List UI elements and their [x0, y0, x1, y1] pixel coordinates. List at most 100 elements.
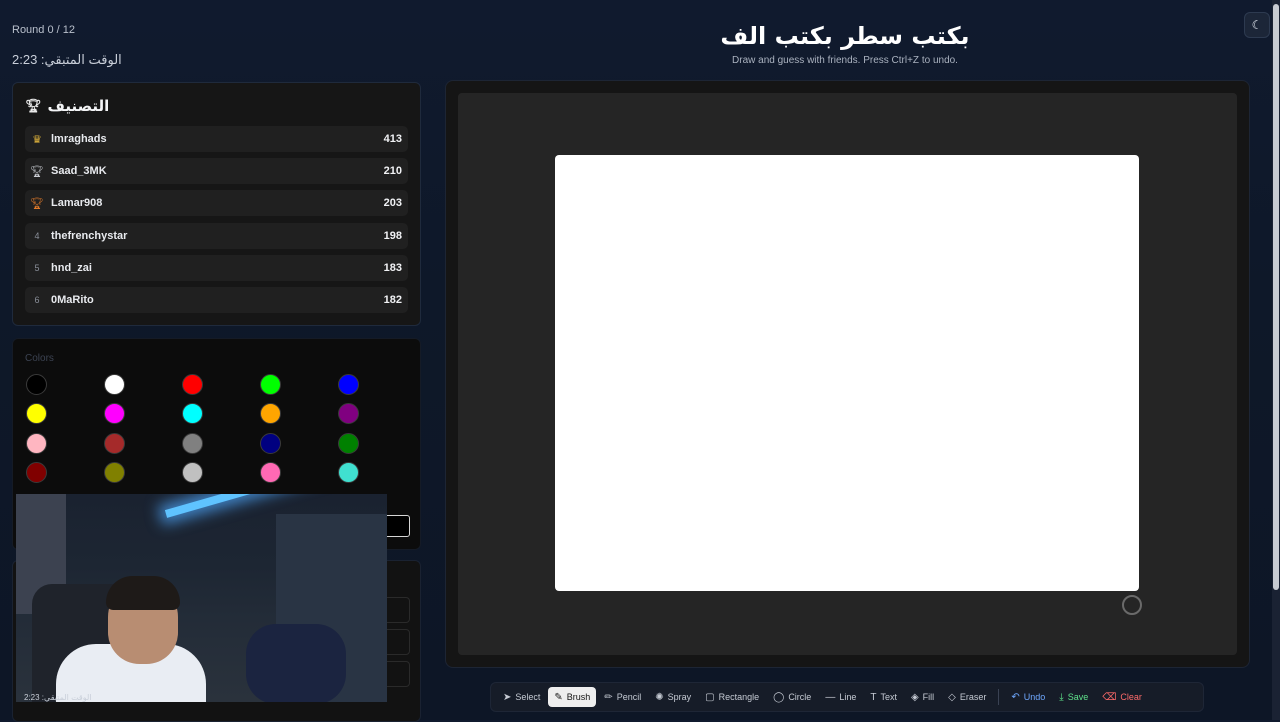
color-swatch[interactable]	[260, 403, 281, 425]
color-swatch[interactable]	[26, 374, 47, 395]
color-swatch[interactable]	[182, 432, 203, 454]
leaderboard-panel: 🏆︎ التصنيف ♛ lmraghads 413 🏆︎ Saad_3MK 210 🏆︎ L…	[12, 82, 421, 326]
color-swatch[interactable]	[104, 432, 125, 454]
color-swatch[interactable]	[182, 403, 203, 425]
color-swatch[interactable]	[26, 403, 47, 425]
color-swatch[interactable]	[182, 461, 203, 483]
time-remaining: الوقت المتبقي: 2:23	[12, 52, 122, 67]
player-name: lmraghads	[51, 133, 107, 145]
color-swatch[interactable]	[260, 374, 281, 395]
leaderboard-row: 🏆︎ Saad_3MK 210	[25, 158, 408, 185]
color-swatch[interactable]	[338, 461, 359, 483]
tool-circle-button[interactable]: ◯ Circle	[767, 687, 817, 707]
silver-trophy-icon: 🏆︎	[30, 165, 44, 178]
tool-label: Text	[880, 692, 897, 702]
eraser-icon: ◇	[948, 691, 956, 703]
color-swatch[interactable]	[338, 374, 359, 395]
color-swatch[interactable]	[260, 432, 281, 454]
drawing-canvas[interactable]	[555, 155, 1139, 591]
player-name: Lamar908	[51, 197, 103, 210]
player-name: 0MaRito	[51, 294, 94, 306]
tool-text-button[interactable]: T Text	[864, 687, 903, 707]
tool-pencil-button[interactable]: ✏ Pencil	[598, 687, 647, 707]
undo-label: Undo	[1023, 692, 1046, 702]
tool-label: Pencil	[616, 692, 642, 702]
leaderboard-title: التصنيف	[47, 97, 110, 115]
tool-brush-button[interactable]: ✎ Brush	[548, 687, 597, 707]
leaderboard-row: 4 thefrenchystar 198	[25, 222, 408, 249]
tool-eraser-button[interactable]: ◇ Eraser	[942, 687, 992, 707]
leaderboard-row: 6 0MaRito 182	[25, 287, 408, 313]
tool-label: Brush	[566, 692, 591, 702]
player-score: 183	[383, 261, 402, 274]
player-score: 203	[383, 197, 402, 210]
player-rank: 6	[34, 295, 40, 305]
crown-icon: ♛	[32, 133, 42, 146]
tool-spray-button[interactable]: ✺ Spray	[649, 687, 697, 707]
pencil-icon: ✏	[604, 691, 613, 703]
color-swatch[interactable]	[104, 461, 125, 483]
canvas-container	[445, 80, 1250, 668]
leaderboard-row: ♛ lmraghads 413	[25, 126, 408, 152]
scrollbar-thumb[interactable]	[1273, 4, 1279, 590]
save-button[interactable]: ⤓ Save	[1053, 687, 1094, 707]
leaderboard-header: 🏆︎ التصنيف	[25, 97, 109, 115]
webcam-chair-back	[246, 624, 346, 702]
color-swatch[interactable]	[338, 403, 359, 425]
line-icon: —	[825, 691, 836, 703]
player-score: 182	[383, 294, 402, 306]
trash-icon: ⌫	[1102, 691, 1117, 703]
save-label: Save	[1067, 692, 1089, 702]
tool-select-button[interactable]: ➤ Select	[497, 687, 546, 707]
color-swatch[interactable]	[182, 374, 203, 395]
theme-toggle-button[interactable]: ☾	[1244, 12, 1270, 38]
canvas-area	[458, 93, 1237, 655]
custom-color-picker[interactable]	[384, 515, 410, 537]
tool-label: Spray	[667, 692, 692, 702]
page-scrollbar[interactable]	[1272, 0, 1280, 720]
tool-label: Line	[839, 692, 857, 702]
player-rank: 4	[34, 230, 40, 241]
player-name: Saad_3MK	[51, 165, 107, 178]
tool-label: Rectangle	[718, 692, 760, 702]
page-subtitle: Draw and guess with friends. Press Ctrl+…	[732, 55, 958, 66]
fill-bucket-icon: ◈	[910, 691, 919, 703]
player-score: 198	[383, 229, 402, 242]
tool-label: Select	[515, 692, 541, 702]
bronze-trophy-icon: 🏆︎	[30, 197, 44, 210]
tool-rectangle-button[interactable]: ▢ Rectangle	[699, 687, 765, 707]
webcam-overlay: الوقت المتبقي: 2:23	[16, 494, 387, 702]
tool-fill-button[interactable]: ◈ Fill	[905, 687, 940, 707]
tool-label: Eraser	[959, 692, 987, 702]
undo-button[interactable]: ↶ Undo	[1005, 687, 1051, 707]
color-swatch[interactable]	[26, 432, 47, 454]
player-name: hnd_zai	[51, 261, 92, 274]
player-name: thefrenchystar	[51, 229, 128, 242]
circle-icon: ◯	[773, 691, 785, 703]
tool-line-button[interactable]: — Line	[819, 687, 862, 707]
color-swatch[interactable]	[260, 461, 281, 483]
rectangle-icon: ▢	[705, 691, 715, 703]
tool-group: ➤ Select ✎ Brush ✏ Pencil ✺ Spray ▢ Rectangle ◯ Cir…	[497, 687, 992, 707]
undo-icon: ↶	[1011, 691, 1020, 703]
player-rank: 5	[34, 262, 40, 273]
colors-label: Colors	[25, 353, 54, 364]
color-swatch[interactable]	[26, 461, 47, 483]
text-icon: T	[870, 691, 877, 703]
trophy-icon: 🏆︎	[25, 98, 42, 114]
round-counter: Round 0 / 12	[12, 24, 75, 36]
moon-icon: ☾	[1251, 18, 1263, 32]
tool-label: Fill	[922, 692, 935, 702]
drawing-toolbar: ➤ Select ✎ Brush ✏ Pencil ✺ Spray ▢ Rectangle ◯ Cir…	[490, 682, 1204, 712]
leaderboard-row: 🏆︎ Lamar908 203	[25, 190, 408, 217]
tool-label: Circle	[788, 692, 812, 702]
color-swatch[interactable]	[338, 432, 359, 454]
cursor-icon: ➤	[503, 691, 512, 703]
clear-button[interactable]: ⌫ Clear	[1096, 687, 1148, 707]
color-swatch[interactable]	[104, 374, 125, 395]
clear-label: Clear	[1120, 692, 1142, 702]
brush-icon: ✎	[554, 691, 563, 703]
leaderboard-row: 5 hnd_zai 183	[25, 254, 408, 281]
webcam-caption: الوقت المتبقي: 2:23	[24, 693, 92, 702]
color-swatch[interactable]	[104, 403, 125, 425]
